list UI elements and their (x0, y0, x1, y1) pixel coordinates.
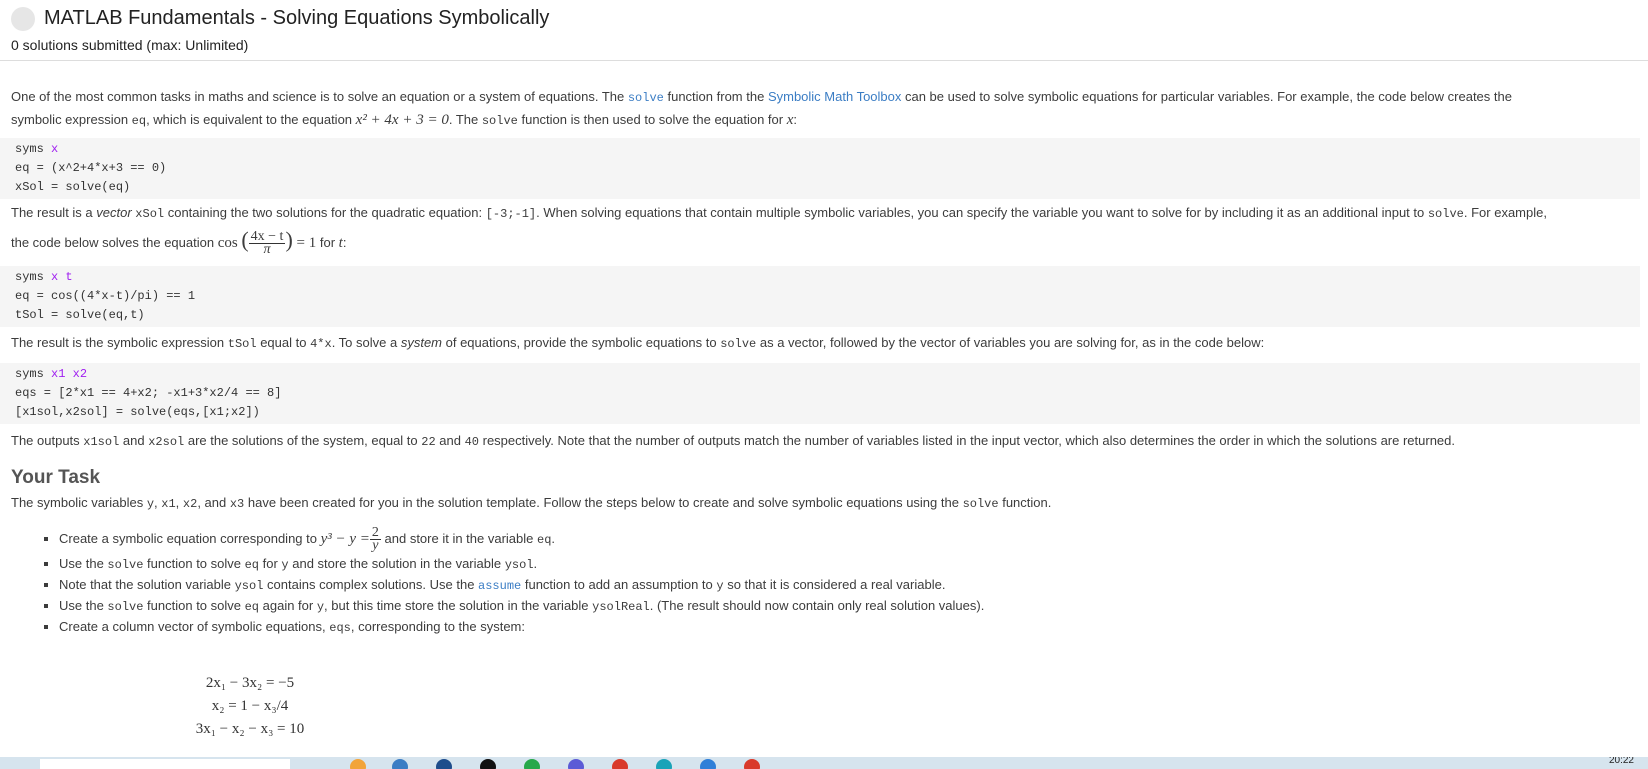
taskbar-app-icon[interactable] (350, 759, 366, 769)
system-eq-2: x₂ = 1 − x₃/4 (211, 698, 289, 714)
task-item-5: Create a column vector of symbolic equat… (59, 617, 1638, 638)
taskbar-app-icon[interactable] (700, 759, 716, 769)
windows-taskbar: 20:22 (0, 757, 1648, 769)
task-item-2: Use the solve function to solve eq for y… (59, 554, 1638, 575)
taskbar-app-icon[interactable] (480, 759, 496, 769)
system-eq-1: 2x₁ − 3x₂ = −5 (205, 675, 295, 691)
result1-line1: The result is a vector xSol containing t… (11, 205, 1547, 221)
task-item-3: Note that the solution variable ysol con… (59, 575, 1638, 596)
task-item-4: Use the solve function to solve eq again… (59, 596, 1638, 617)
equation-system: 2x₁ − 3x₂ = −5 x₂ = 1 − x₃/4 3x₁ − x₂ − … (190, 672, 310, 741)
problem-status-icon (11, 7, 35, 31)
assume-link[interactable]: assume (478, 579, 521, 593)
equation-math: x² + 4x + 3 = 0 (355, 112, 449, 128)
code-block-3: syms x1 x2 eqs = [2*x1 == 4+x2; -x1+3*x2… (0, 363, 1640, 424)
system-eq-3: 3x₁ − x₂ − x₃ = 10 (195, 721, 305, 737)
taskbar-app-icon[interactable] (656, 759, 672, 769)
page-header: MATLAB Fundamentals - Solving Equations … (0, 0, 1648, 61)
intro-paragraph-line1: One of the most common tasks in maths an… (11, 89, 1512, 105)
result1-line2: the code below solves the equation cos (… (11, 227, 347, 258)
result3-paragraph: The outputs x1sol and x2sol are the solu… (11, 433, 1456, 449)
task-item-1: Create a symbolic equation corresponding… (59, 525, 1638, 554)
taskbar-app-icon[interactable] (568, 759, 584, 769)
taskbar-app-icon[interactable] (392, 759, 408, 769)
taskbar-app-icon[interactable] (744, 759, 760, 769)
task-intro: The symbolic variables y, x1, x2, and x3… (11, 495, 1052, 511)
taskbar-search-box[interactable] (40, 759, 290, 769)
symbolic-math-toolbox-link[interactable]: Symbolic Math Toolbox (768, 89, 901, 104)
code-block-1: syms x eq = (x^2+4*x+3 == 0) xSol = solv… (0, 138, 1640, 199)
cos-fraction: 4x − tπ (248, 229, 286, 258)
intro-paragraph-line2: symbolic expression eq, which is equival… (11, 112, 798, 128)
page-title: MATLAB Fundamentals - Solving Equations … (44, 7, 550, 29)
solutions-submitted-text: 0 solutions submitted (max: Unlimited) (11, 37, 249, 53)
result2-paragraph: The result is the symbolic expression tS… (11, 335, 1265, 351)
task-fraction: 2y (369, 525, 381, 554)
task-list: Create a symbolic equation corresponding… (11, 525, 1638, 638)
solve-link[interactable]: solve (628, 91, 664, 105)
taskbar-app-icon[interactable] (612, 759, 628, 769)
your-task-heading: Your Task (11, 467, 101, 488)
problem-description: One of the most common tasks in maths an… (0, 86, 1640, 638)
taskbar-clock[interactable]: 20:22 (1609, 757, 1634, 766)
taskbar-app-icon[interactable] (524, 759, 540, 769)
taskbar-app-icon[interactable] (436, 759, 452, 769)
code-block-2: syms x t eq = cos((4*x-t)/pi) == 1 tSol … (0, 266, 1640, 327)
